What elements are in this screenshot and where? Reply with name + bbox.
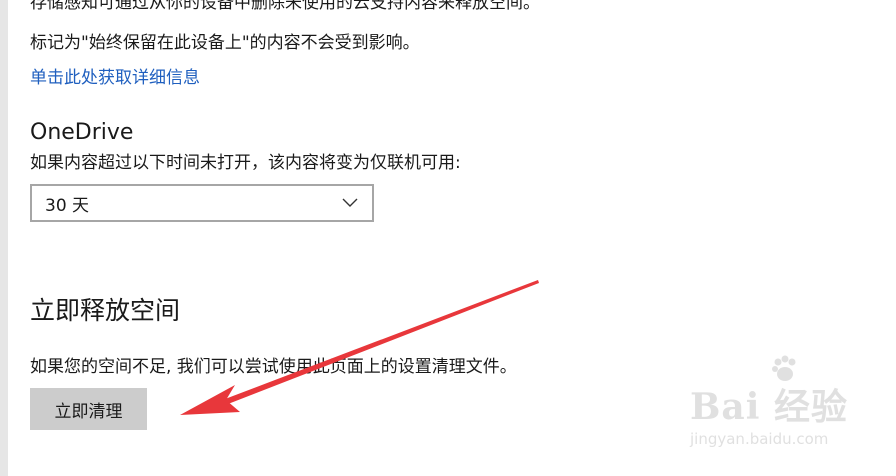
watermark-logo-text: Bai 经验 <box>690 386 848 428</box>
free-up-space-description: 如果您的空间不足, 我们可以尝试使用此页面上的设置清理文件。 <box>30 357 517 377</box>
onedrive-days-dropdown[interactable]: 30 天 <box>30 184 374 222</box>
always-keep-note: 标记为"始终保留在此设备上"的内容不会受到影响。 <box>30 33 420 53</box>
window-left-edge <box>0 0 8 476</box>
learn-more-link[interactable]: 单击此处获取详细信息 <box>30 67 200 89</box>
watermark-url: jingyan.baidu.com <box>690 430 829 448</box>
onedrive-description: 如果内容超过以下时间未打开，该内容将变为仅联机可用: <box>30 153 461 173</box>
arrow-head <box>180 385 240 415</box>
free-up-space-heading: 立即释放空间 <box>30 296 181 325</box>
clean-now-button[interactable]: 立即清理 <box>30 388 147 430</box>
onedrive-heading: OneDrive <box>30 120 134 145</box>
dropdown-selected-value: 30 天 <box>45 195 90 216</box>
storage-sense-cloud-description: 存储感知可通过从你的设备中删除未使用的云支持内容来释放空间。 <box>30 0 540 13</box>
chevron-down-icon <box>342 198 358 207</box>
baidu-jingyan-watermark: Bai 经验 jingyan.baidu.com <box>690 355 890 472</box>
arrow-shaft <box>225 280 539 404</box>
